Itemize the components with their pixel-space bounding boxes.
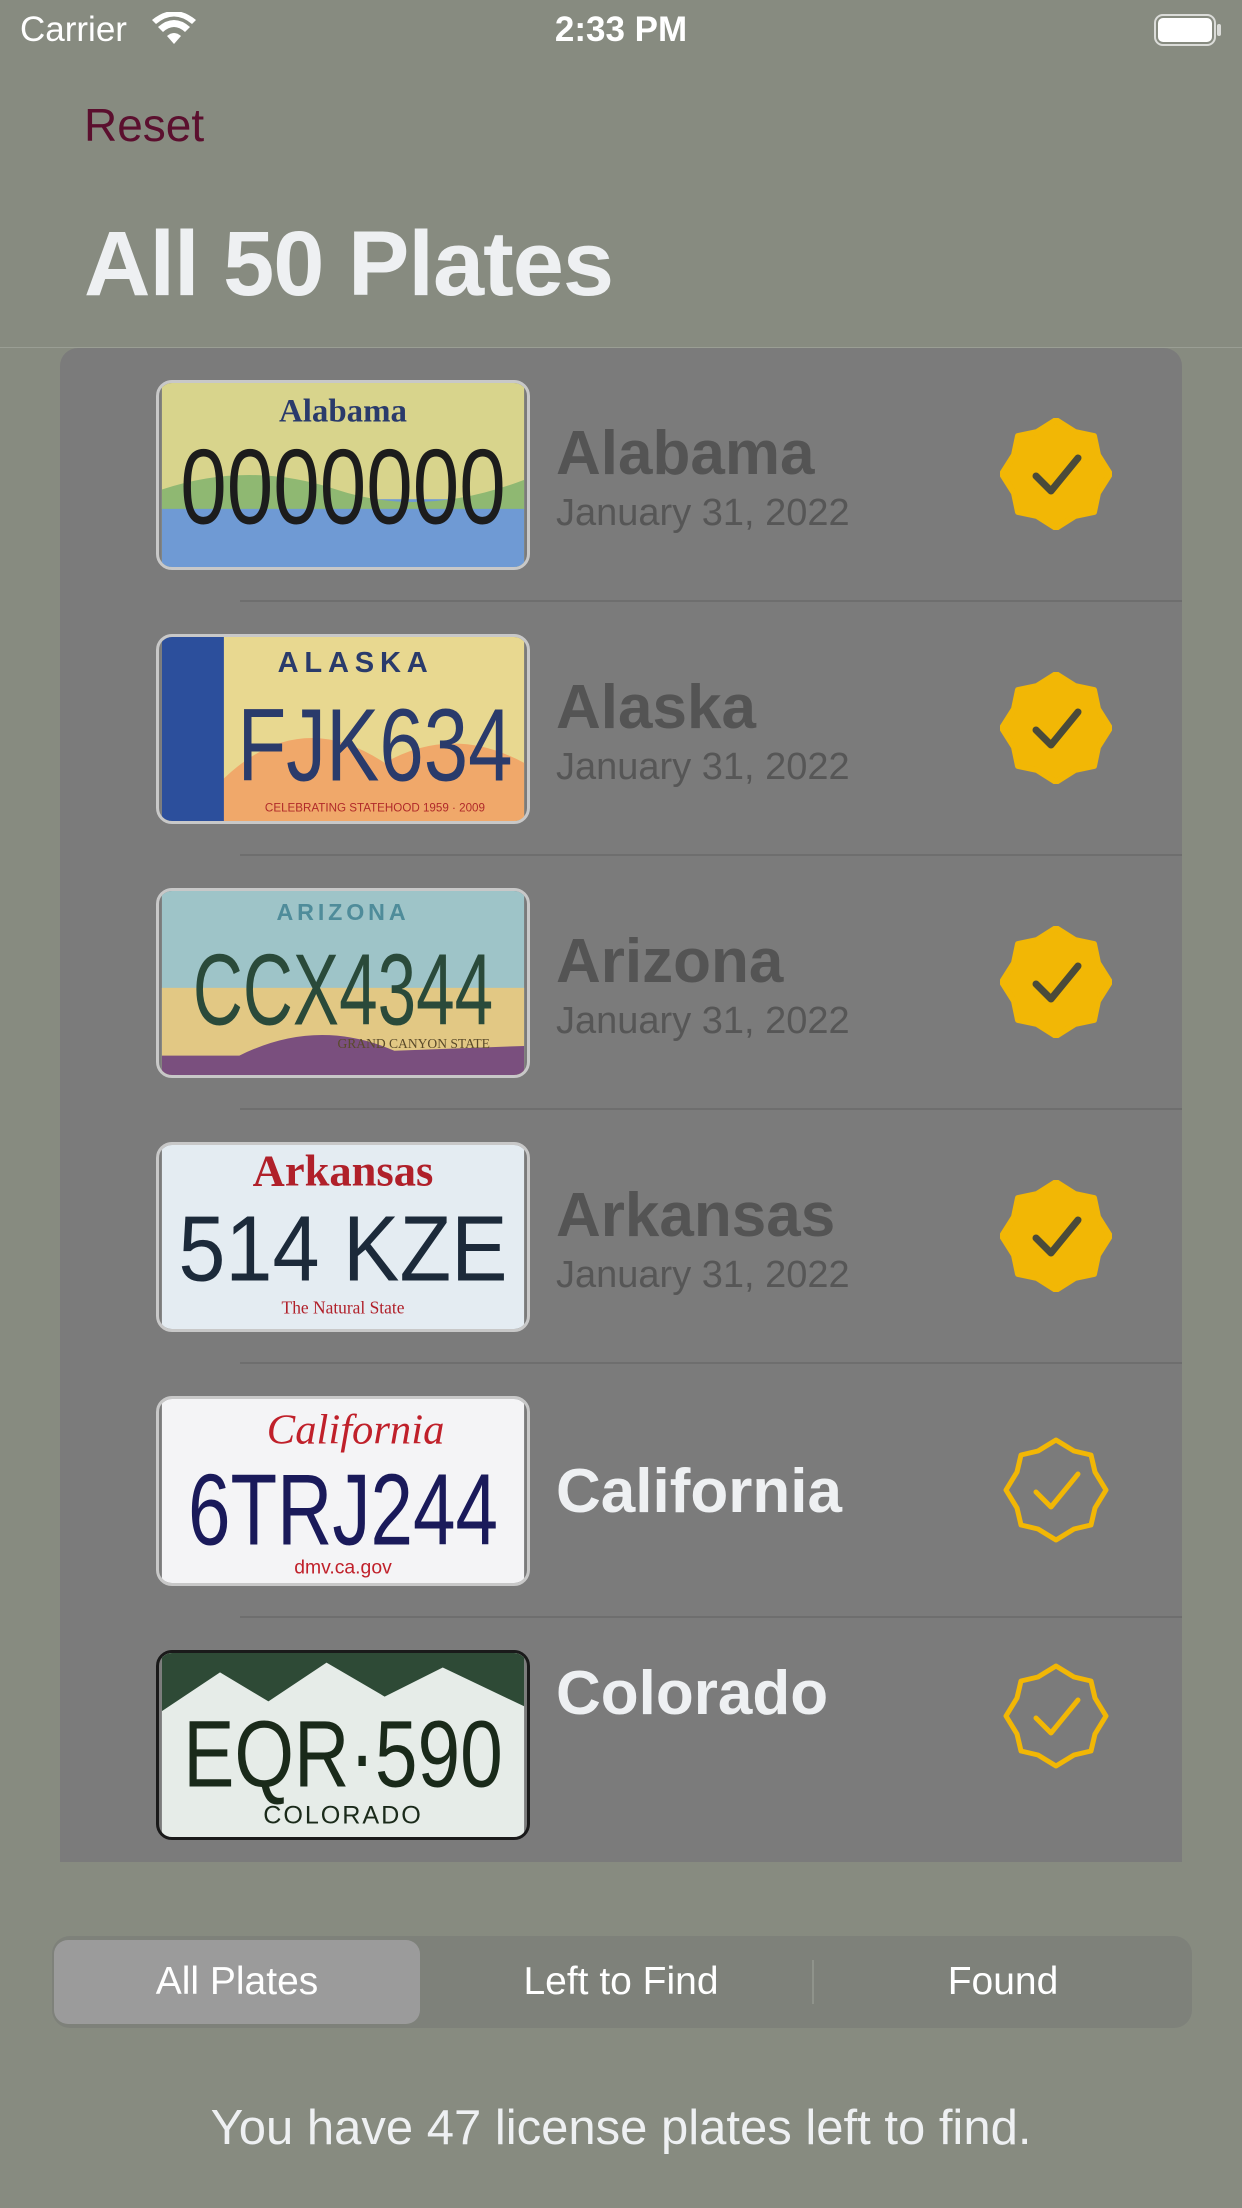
svg-text:ALASKA: ALASKA <box>278 647 434 679</box>
svg-text:CCX4344: CCX4344 <box>193 935 493 1047</box>
checkmark-seal-fill-icon[interactable] <box>1000 1180 1112 1292</box>
svg-text:6TRJ244: 6TRJ244 <box>188 1454 498 1566</box>
svg-text:California: California <box>267 1407 445 1454</box>
remaining-count-label: You have 47 license plates left to find. <box>210 2101 1032 2155</box>
svg-text:EQR·590: EQR·590 <box>183 1702 503 1808</box>
page-title: All 50 Plates <box>84 213 614 315</box>
plate-image: California 6TRJ244 dmv.ca.gov <box>156 1396 530 1586</box>
svg-text:0000000: 0000000 <box>180 427 505 546</box>
status-bar: Carrier 2:33 PM <box>0 0 1242 62</box>
checkmark-seal-fill-icon[interactable] <box>1000 926 1112 1038</box>
list-item[interactable]: California 6TRJ244 dmv.ca.gov California <box>60 1364 1182 1618</box>
svg-text:ARIZONA: ARIZONA <box>277 899 410 925</box>
filter-segmented-control[interactable]: All Plates Left to Find Found <box>52 1936 1192 2028</box>
list-item[interactable]: Alabama 0000000 Alabama January 31, 2022 <box>60 348 1182 602</box>
reset-button[interactable]: Reset <box>84 98 204 152</box>
state-name: Alaska <box>556 673 756 742</box>
svg-text:Alabama: Alabama <box>279 394 407 430</box>
svg-text:The Natural State: The Natural State <box>282 1298 405 1318</box>
svg-text:dmv.ca.gov: dmv.ca.gov <box>294 1556 392 1578</box>
segment-found[interactable]: Found <box>816 1940 1190 2024</box>
checkmark-seal-fill-icon[interactable] <box>1000 418 1112 530</box>
plate-image: ARIZONA CCX4344 GRAND CANYON STATE <box>156 888 530 1078</box>
plate-image: Alabama 0000000 <box>156 380 530 570</box>
segment-all-plates[interactable]: All Plates <box>54 1940 420 2024</box>
svg-text:Arkansas: Arkansas <box>253 1146 434 1196</box>
segment-divider <box>812 1960 814 2004</box>
plate-image: Arkansas 514 KZE The Natural State <box>156 1142 530 1332</box>
segment-left-to-find[interactable]: Left to Find <box>432 1940 810 2024</box>
plate-image: EQR·590 COLORADO <box>156 1650 530 1840</box>
found-date: January 31, 2022 <box>556 1000 850 1042</box>
battery-icon <box>1154 14 1221 46</box>
svg-text:514 KZE: 514 KZE <box>178 1197 507 1301</box>
found-date: January 31, 2022 <box>556 1254 850 1296</box>
svg-text:GRAND CANYON STATE: GRAND CANYON STATE <box>337 1036 489 1051</box>
plate-image: ALASKA FJK634 CELEBRATING STATEHOOD 1959… <box>156 634 530 824</box>
checkmark-seal-icon[interactable] <box>1000 1660 1112 1772</box>
state-name: California <box>556 1457 842 1526</box>
state-name: Colorado <box>556 1659 829 1728</box>
found-date: January 31, 2022 <box>556 492 850 534</box>
checkmark-seal-fill-icon[interactable] <box>1000 672 1112 784</box>
list-item[interactable]: Arkansas 514 KZE The Natural State Arkan… <box>60 1110 1182 1364</box>
found-date: January 31, 2022 <box>556 746 850 788</box>
list-item[interactable]: ARIZONA CCX4344 GRAND CANYON STATE Arizo… <box>60 856 1182 1110</box>
checkmark-seal-icon[interactable] <box>1000 1434 1112 1546</box>
svg-text:COLORADO: COLORADO <box>263 1801 422 1829</box>
status-time: 2:33 PM <box>554 10 688 49</box>
state-name: Arizona <box>556 927 784 996</box>
plate-list[interactable]: Alabama 0000000 Alabama January 31, 2022… <box>60 348 1182 1862</box>
state-name: Arkansas <box>556 1181 836 1250</box>
svg-text:CELEBRATING STATEHOOD 1959 · 2: CELEBRATING STATEHOOD 1959 · 2009 <box>265 801 485 814</box>
state-name: Alabama <box>556 419 815 488</box>
list-item[interactable]: ALASKA FJK634 CELEBRATING STATEHOOD 1959… <box>60 602 1182 856</box>
list-item[interactable]: EQR·590 COLORADO Colorado <box>60 1618 1182 1862</box>
svg-text:FJK634: FJK634 <box>237 687 512 802</box>
